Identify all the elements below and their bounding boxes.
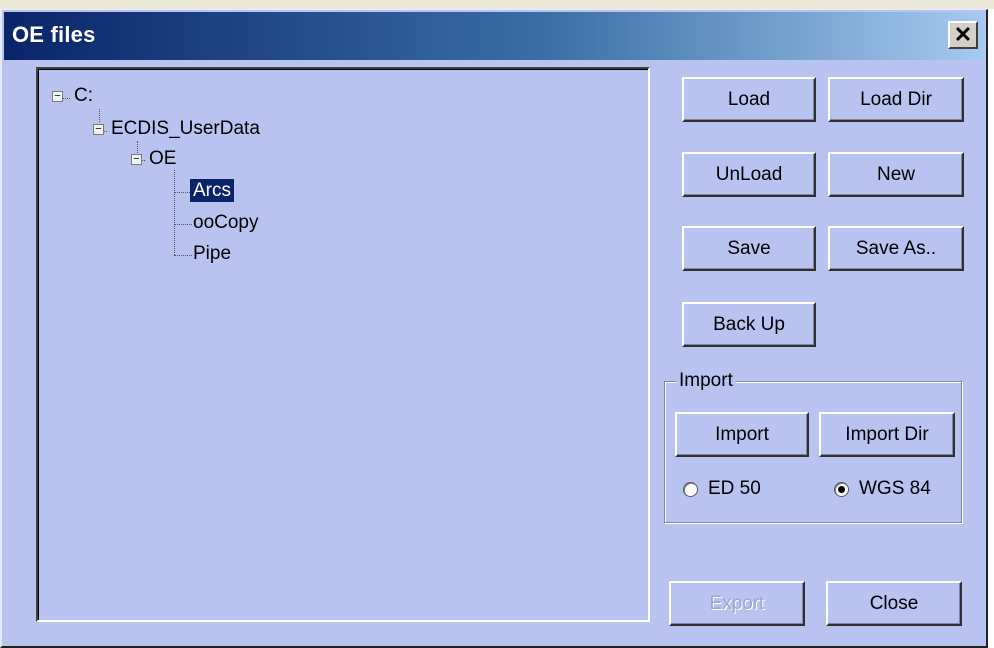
tree-node-label: ECDIS_UserData: [111, 118, 260, 139]
import-button[interactable]: Import: [675, 412, 809, 457]
close-icon: ✕: [953, 22, 973, 47]
unload-button[interactable]: UnLoad: [682, 152, 816, 197]
background-window-strip: [0, 0, 994, 9]
title-bar[interactable]: OE files ✕: [4, 12, 984, 60]
tree-node-pipe[interactable]: Pipe: [190, 240, 234, 268]
file-tree[interactable]: − C: − ECDIS_UserData − OE Arcs ooCopy P…: [36, 67, 650, 622]
tree-node-c-drive[interactable]: C:: [71, 82, 96, 110]
close-button[interactable]: Close: [826, 581, 962, 626]
radio-ed50[interactable]: ED 50: [683, 478, 761, 500]
tree-node-label: C:: [74, 85, 93, 106]
load-dir-button[interactable]: Load Dir: [828, 77, 964, 122]
load-button[interactable]: Load: [682, 77, 816, 122]
import-group-label: Import: [676, 370, 736, 392]
tree-node-label: OE: [149, 148, 177, 169]
new-button[interactable]: New: [828, 152, 964, 197]
tree-line: [62, 98, 70, 99]
window-title: OE files: [12, 22, 96, 47]
tree-node-label: Pipe: [193, 243, 232, 264]
radio-wgs84[interactable]: WGS 84: [834, 478, 931, 500]
back-up-button[interactable]: Back Up: [682, 302, 816, 347]
tree-node-ecdis-userdata[interactable]: ECDIS_UserData: [108, 115, 263, 143]
save-as-button[interactable]: Save As..: [828, 226, 964, 271]
tree-line: [99, 109, 100, 122]
collapse-icon[interactable]: −: [52, 91, 63, 102]
tree-node-oe[interactable]: OE: [146, 145, 179, 173]
radio-label: WGS 84: [859, 478, 931, 499]
tree-node-label: Arcs: [190, 179, 234, 202]
tree-node-oocopy[interactable]: ooCopy: [190, 209, 262, 237]
tree-line: [174, 170, 175, 255]
close-window-button[interactable]: ✕: [948, 21, 978, 49]
save-button[interactable]: Save: [682, 226, 816, 271]
collapse-icon[interactable]: −: [93, 124, 104, 135]
tree-node-arcs[interactable]: Arcs: [190, 177, 234, 205]
tree-node-label: ooCopy: [193, 212, 259, 233]
import-dir-button[interactable]: Import Dir: [819, 412, 955, 457]
radio-label: ED 50: [708, 478, 761, 499]
radio-checked-icon[interactable]: [834, 481, 849, 497]
export-button[interactable]: Export: [669, 581, 805, 626]
radio-unchecked-icon[interactable]: [683, 481, 698, 497]
collapse-icon[interactable]: −: [131, 154, 142, 165]
